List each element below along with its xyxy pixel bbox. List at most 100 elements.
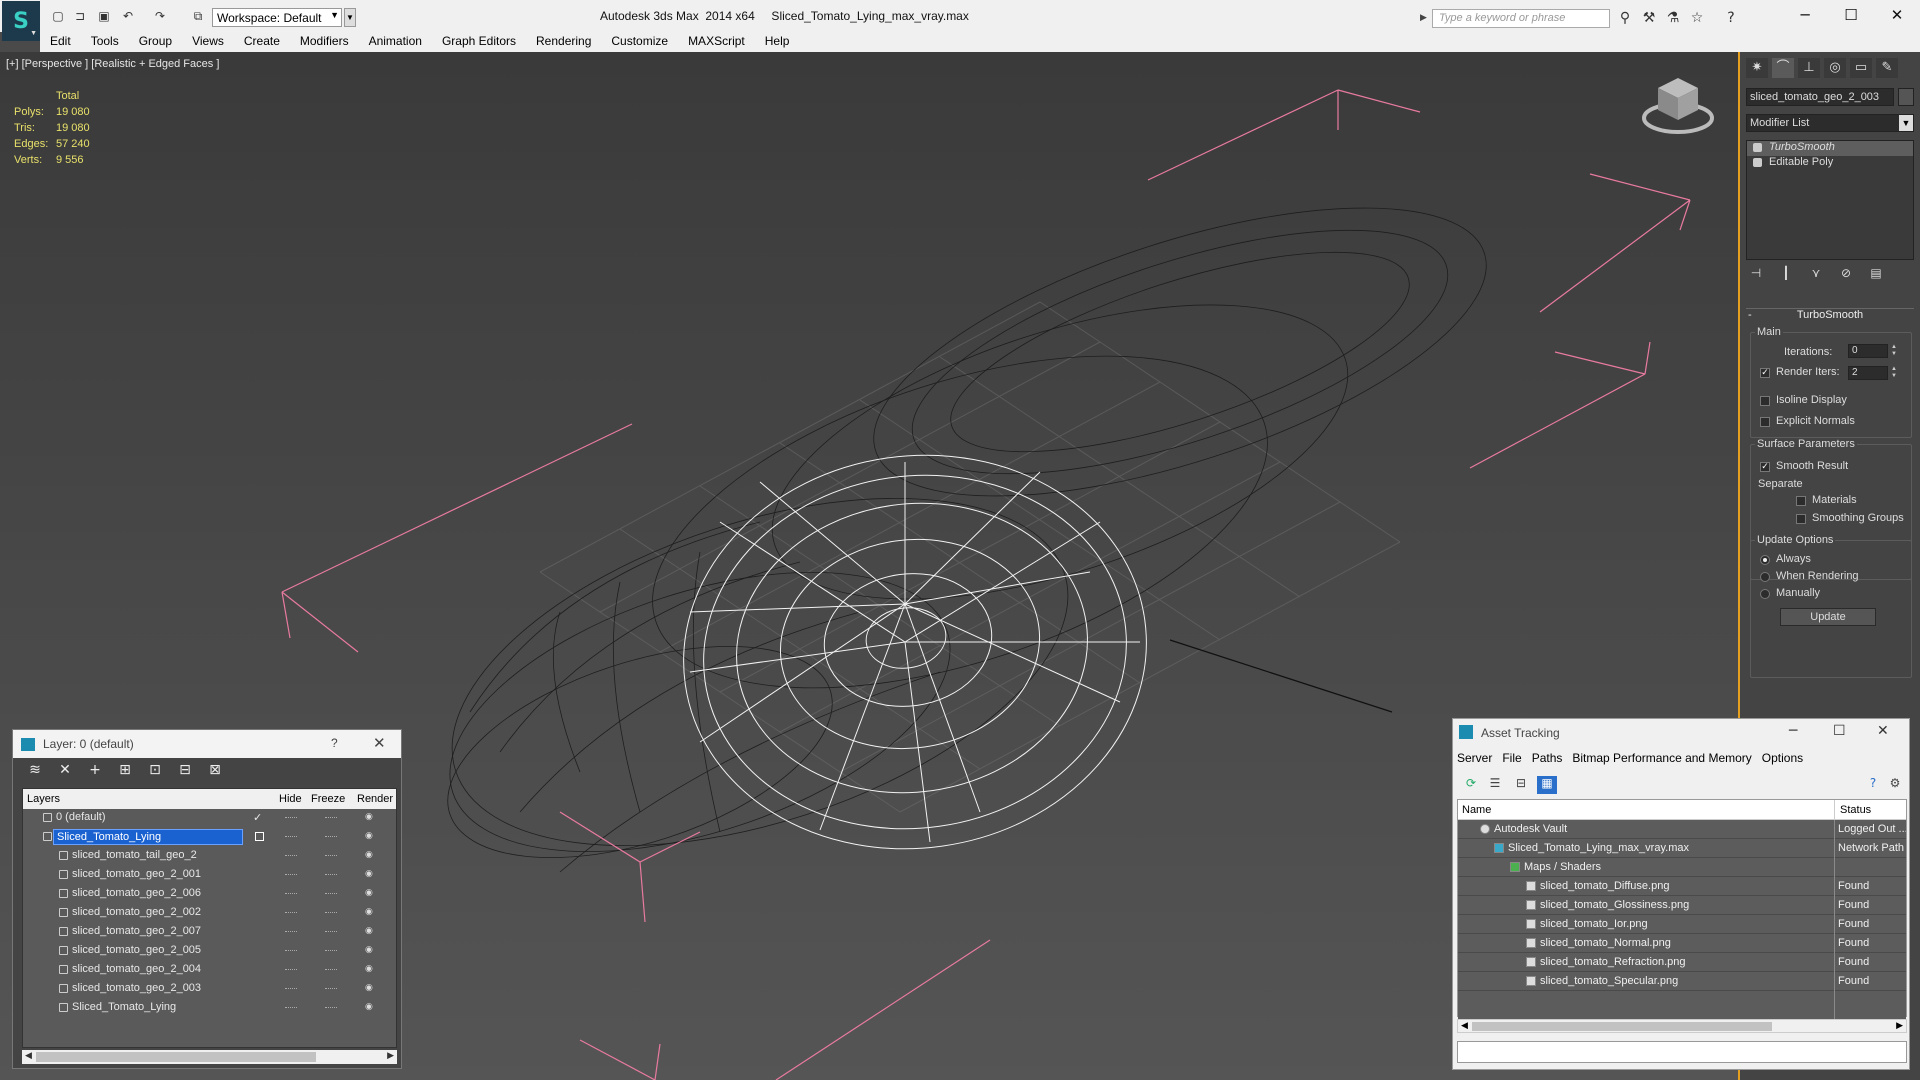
column-divider[interactable] xyxy=(1834,800,1835,820)
asset-row[interactable]: sliced_tomato_Specular.png Found xyxy=(1458,972,1906,991)
add-selection-icon[interactable]: ⊞ xyxy=(113,762,137,778)
stack-item-editable-poly[interactable]: Editable Poly xyxy=(1747,156,1913,171)
freeze-toggle[interactable] xyxy=(325,950,337,952)
remove-modifier-icon[interactable]: ⊘ xyxy=(1836,266,1856,280)
render-iters-spinner[interactable]: 2 xyxy=(1848,366,1888,380)
undo-icon[interactable]: ↶ xyxy=(120,8,136,24)
scroll-right-icon[interactable]: ▶ xyxy=(387,1050,394,1061)
freeze-toggle[interactable] xyxy=(325,836,337,838)
scrollbar-thumb[interactable] xyxy=(36,1052,316,1062)
freeze-toggle[interactable] xyxy=(325,988,337,990)
layer-row[interactable]: sliced_tomato_geo_2_001 ◉ xyxy=(23,866,396,885)
render-teapot-icon[interactable]: ◉ xyxy=(365,888,373,898)
help-icon[interactable]: ? xyxy=(331,736,338,750)
menu-group[interactable]: Group xyxy=(129,32,182,50)
menu-animation[interactable]: Animation xyxy=(359,32,432,50)
materials-checkbox[interactable] xyxy=(1796,496,1806,506)
hide-toggle[interactable] xyxy=(285,931,297,933)
hide-toggle[interactable] xyxy=(285,969,297,971)
menu-bitmap-performance[interactable]: Bitmap Performance and Memory xyxy=(1572,751,1751,765)
table-view-icon[interactable]: ▦ xyxy=(1537,776,1557,794)
layer-row[interactable]: Sliced_Tomato_Lying ◉ xyxy=(23,999,396,1018)
menu-server[interactable]: Server xyxy=(1457,751,1492,765)
menu-create[interactable]: Create xyxy=(234,32,290,50)
minimize-icon[interactable]: ─ xyxy=(1789,723,1797,739)
display-tab-icon[interactable]: ▭ xyxy=(1850,58,1872,78)
minimize-icon[interactable]: ─ xyxy=(1782,0,1828,32)
render-teapot-icon[interactable]: ◉ xyxy=(365,1002,373,1012)
smoothing-groups-checkbox[interactable] xyxy=(1796,514,1806,524)
close-icon[interactable]: ✕ xyxy=(1877,723,1889,739)
communication-icon[interactable]: ⚗ xyxy=(1664,10,1682,26)
asset-row[interactable]: sliced_tomato_Refraction.png Found xyxy=(1458,953,1906,972)
render-iters-checkbox[interactable]: ✓ xyxy=(1760,368,1770,378)
refresh-icon[interactable]: ⟳ xyxy=(1461,776,1481,794)
tree-view-icon[interactable]: ⊟ xyxy=(1511,776,1531,794)
asset-row[interactable]: sliced_tomato_Ior.png Found xyxy=(1458,915,1906,934)
expand-plus-icon[interactable] xyxy=(1753,158,1762,167)
explicit-normals-checkbox[interactable] xyxy=(1760,417,1770,427)
asset-row[interactable]: sliced_tomato_Glossiness.png Found xyxy=(1458,896,1906,915)
freeze-toggle[interactable] xyxy=(325,874,337,876)
hide-toggle[interactable] xyxy=(285,817,297,819)
pin-stack-icon[interactable]: ⊣ xyxy=(1746,266,1766,280)
close-icon[interactable]: ✕ xyxy=(1874,0,1920,32)
layer-row[interactable]: sliced_tomato_geo_2_004 ◉ xyxy=(23,961,396,980)
lightbulb-icon[interactable] xyxy=(1753,143,1762,152)
scroll-left-icon[interactable]: ◀ xyxy=(25,1050,32,1061)
create-tab-icon[interactable]: ✷ xyxy=(1746,58,1768,78)
isoline-checkbox[interactable] xyxy=(1760,396,1770,406)
hide-toggle[interactable] xyxy=(285,874,297,876)
menu-customize[interactable]: Customize xyxy=(601,32,678,50)
render-teapot-icon[interactable]: ◉ xyxy=(365,812,373,822)
active-box-icon[interactable] xyxy=(255,832,264,841)
render-teapot-icon[interactable]: ◉ xyxy=(365,850,373,860)
render-teapot-icon[interactable]: ◉ xyxy=(365,945,373,955)
menu-graph-editors[interactable]: Graph Editors xyxy=(432,32,526,50)
scrollbar-thumb[interactable] xyxy=(1472,1022,1772,1031)
delete-layer-icon[interactable]: ✕ xyxy=(53,762,77,778)
col-render[interactable]: Render xyxy=(357,793,393,805)
layer-row[interactable]: sliced_tomato_geo_2_003 ◉ xyxy=(23,980,396,999)
asset-row[interactable]: sliced_tomato_Diffuse.png Found xyxy=(1458,877,1906,896)
redo-icon[interactable]: ↷ xyxy=(152,8,168,24)
col-status[interactable]: Status xyxy=(1840,804,1871,816)
project-folder-icon[interactable]: ⧉ xyxy=(190,8,206,24)
menu-paths[interactable]: Paths xyxy=(1532,751,1563,765)
app-logo-button[interactable]: S ▼ xyxy=(2,1,40,41)
layer-row[interactable]: 0 (default) ✓ ◉ xyxy=(23,809,396,828)
asset-tracking-titlebar[interactable]: Asset Tracking ─ ☐ ✕ xyxy=(1453,719,1909,747)
favorites-star-icon[interactable]: ☆ xyxy=(1688,10,1706,26)
layer-explorer-titlebar[interactable]: Layer: 0 (default) ? ✕ xyxy=(13,730,401,758)
new-file-icon[interactable]: ▢ xyxy=(50,8,66,24)
freeze-toggle[interactable] xyxy=(325,931,337,933)
binoculars-icon[interactable]: ⚲ xyxy=(1616,10,1634,26)
render-teapot-icon[interactable]: ◉ xyxy=(365,907,373,917)
make-unique-icon[interactable]: ⋎ xyxy=(1806,266,1826,280)
help-icon[interactable]: ? xyxy=(1863,776,1883,794)
layer-row[interactable]: sliced_tomato_geo_2_002 ◉ xyxy=(23,904,396,923)
modify-tab-icon[interactable]: ⌒ xyxy=(1772,58,1794,78)
menu-modifiers[interactable]: Modifiers xyxy=(290,32,359,50)
hide-all-icon[interactable]: ⊠ xyxy=(203,762,227,778)
hide-toggle[interactable] xyxy=(285,893,297,895)
search-input[interactable]: Type a keyword or phrase xyxy=(1432,9,1610,28)
render-teapot-icon[interactable]: ◉ xyxy=(365,926,373,936)
show-end-result-icon[interactable]: ┃ xyxy=(1776,266,1796,280)
menu-rendering[interactable]: Rendering xyxy=(526,32,601,50)
open-file-icon[interactable]: ⊐ xyxy=(72,8,88,24)
hide-toggle[interactable] xyxy=(285,912,297,914)
layer-row[interactable]: Sliced_Tomato_Lying ◉ xyxy=(23,828,396,847)
layer-row[interactable]: sliced_tomato_tail_geo_2 ◉ xyxy=(23,847,396,866)
modifier-list-dropdown[interactable]: Modifier List ▼ xyxy=(1746,114,1914,132)
col-freeze[interactable]: Freeze xyxy=(311,793,345,805)
list-view-icon[interactable]: ☰ xyxy=(1485,776,1505,794)
viewport-label[interactable]: [+] [Perspective ] [Realistic + Edged Fa… xyxy=(6,58,219,70)
freeze-toggle[interactable] xyxy=(325,817,337,819)
scroll-right-icon[interactable]: ▶ xyxy=(1896,1020,1903,1031)
layer-row[interactable]: sliced_tomato_geo_2_007 ◉ xyxy=(23,923,396,942)
manually-radio[interactable] xyxy=(1760,589,1770,599)
asset-row[interactable]: Sliced_Tomato_Lying_max_vray.max Network … xyxy=(1458,839,1906,858)
hide-toggle[interactable] xyxy=(285,988,297,990)
render-teapot-icon[interactable]: ◉ xyxy=(365,869,373,879)
